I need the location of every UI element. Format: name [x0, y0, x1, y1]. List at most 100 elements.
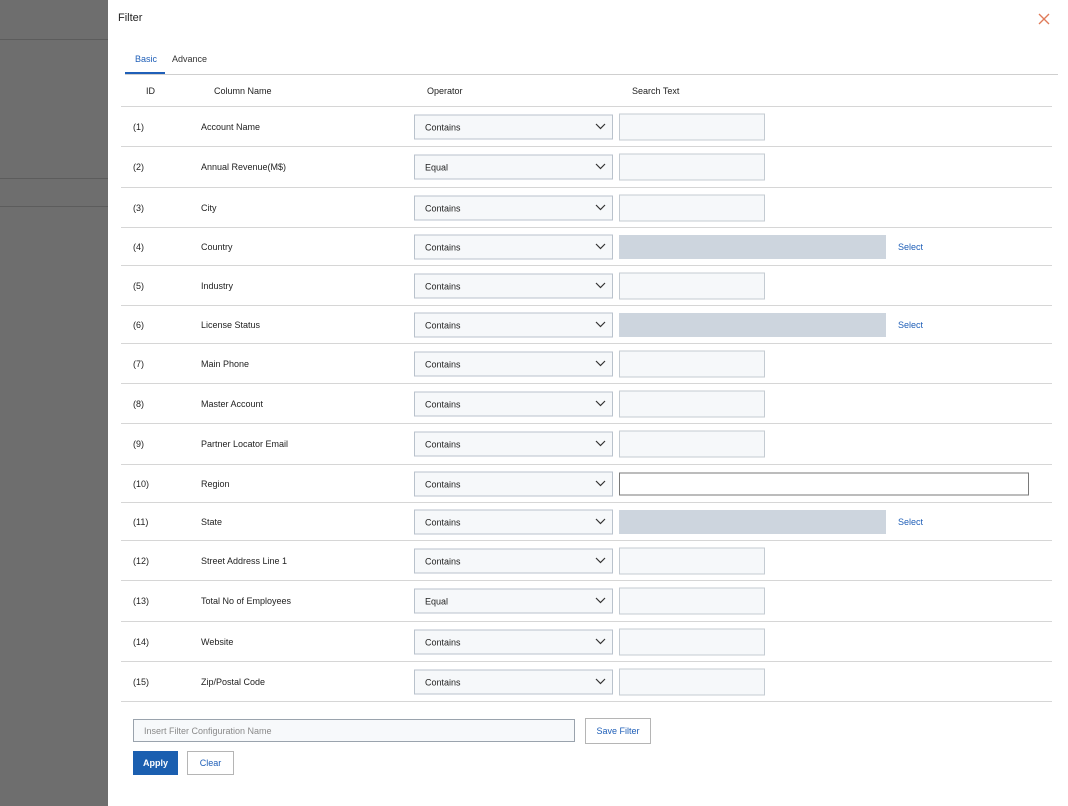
row-column-name: State	[201, 516, 223, 527]
operator-value: Equal	[425, 162, 449, 173]
active-tab-indicator	[125, 72, 165, 74]
filter-row: (15) Zip/Postal Code Contains	[121, 662, 1052, 702]
operator-dropdown[interactable]: Equal	[414, 154, 613, 180]
chevron-down-icon	[595, 518, 606, 524]
backdrop-divider	[0, 206, 108, 207]
filter-row: (12) Street Address Line 1 Contains	[121, 541, 1052, 581]
apply-button[interactable]: Apply	[133, 751, 178, 775]
operator-value: Contains	[425, 556, 461, 566]
operator-value: Contains	[425, 517, 461, 527]
operator-dropdown[interactable]: Contains	[414, 629, 613, 654]
row-column-name: Website	[201, 636, 234, 647]
search-text-input[interactable]	[619, 312, 886, 337]
select-link[interactable]: Select	[898, 242, 923, 252]
search-text-input[interactable]	[619, 234, 886, 259]
chevron-down-icon	[595, 204, 606, 210]
operator-value: Equal	[425, 596, 449, 607]
close-icon[interactable]	[1037, 12, 1051, 26]
backdrop-divider	[0, 39, 108, 40]
row-column-name: Partner Locator Email	[201, 439, 289, 449]
filter-row: (9) Partner Locator Email Contains	[121, 424, 1052, 465]
operator-dropdown[interactable]: Contains	[414, 391, 613, 416]
row-id: (8)	[133, 398, 144, 409]
operator-value: Contains	[425, 320, 461, 330]
operator-dropdown[interactable]: Contains	[414, 351, 613, 376]
row-column-name: Total No of Employees	[201, 596, 292, 606]
search-text-input[interactable]	[619, 113, 765, 140]
search-text-input[interactable]	[619, 194, 765, 221]
select-link[interactable]: Select	[898, 517, 923, 527]
chevron-down-icon	[595, 597, 606, 604]
operator-value: Contains	[425, 439, 461, 450]
search-text-input[interactable]	[619, 390, 765, 417]
filter-row: (14) Website Contains	[121, 622, 1052, 662]
operator-dropdown[interactable]: Contains	[414, 234, 613, 259]
filter-row: (8) Master Account Contains	[121, 384, 1052, 424]
search-text-input[interactable]	[619, 547, 765, 574]
operator-dropdown[interactable]: Contains	[414, 548, 613, 573]
filter-row: (3) City Contains	[121, 188, 1052, 228]
operator-value: Contains	[425, 122, 461, 132]
chevron-down-icon	[595, 678, 606, 684]
filter-row: (1) Account Name Contains	[121, 107, 1052, 147]
chevron-down-icon	[595, 163, 606, 170]
row-id: (5)	[133, 280, 144, 291]
chevron-down-icon	[595, 123, 606, 129]
search-text-input[interactable]	[619, 628, 765, 655]
operator-value: Contains	[425, 242, 461, 252]
chevron-down-icon	[595, 360, 606, 366]
operator-value: Contains	[425, 203, 461, 213]
filter-row: (7) Main Phone Contains	[121, 344, 1052, 384]
clear-button[interactable]: Clear	[187, 751, 234, 775]
row-id: (9)	[133, 439, 144, 449]
row-id: (4)	[133, 241, 144, 252]
search-text-input[interactable]	[619, 350, 765, 377]
search-text-input[interactable]	[619, 587, 765, 615]
search-text-input[interactable]	[619, 430, 765, 458]
operator-dropdown[interactable]: Contains	[414, 114, 613, 139]
backdrop-divider	[0, 178, 108, 179]
save-filter-button[interactable]: Save Filter	[585, 718, 651, 744]
select-link[interactable]: Select	[898, 320, 923, 330]
search-text-input[interactable]	[619, 509, 886, 534]
chevron-down-icon	[595, 400, 606, 406]
operator-value: Contains	[425, 359, 461, 369]
search-text-input[interactable]	[619, 668, 765, 695]
row-id: (14)	[133, 636, 150, 647]
filter-row: (5) Industry Contains	[121, 266, 1052, 306]
filter-config-name-input[interactable]	[133, 719, 575, 742]
operator-dropdown[interactable]: Contains	[414, 431, 613, 457]
chevron-down-icon	[595, 557, 606, 563]
operator-dropdown[interactable]: Contains	[414, 471, 613, 496]
operator-dropdown[interactable]: Contains	[414, 312, 613, 337]
tab-basic[interactable]: Basic	[135, 54, 157, 64]
filter-row: (10) Region Contains	[121, 465, 1052, 503]
operator-dropdown[interactable]: Contains	[414, 509, 613, 534]
chevron-down-icon	[595, 321, 606, 327]
search-text-input[interactable]	[619, 472, 1029, 495]
tab-advance[interactable]: Advance	[172, 54, 207, 64]
operator-dropdown[interactable]: Contains	[414, 669, 613, 694]
operator-value: Contains	[425, 677, 461, 687]
row-column-name: Country	[201, 241, 233, 252]
search-text-input[interactable]	[619, 153, 765, 181]
row-column-name: Account Name	[201, 121, 261, 132]
row-column-name: Region	[201, 478, 230, 489]
search-text-input[interactable]	[619, 272, 765, 299]
header-id: ID	[146, 86, 155, 96]
chevron-down-icon	[595, 243, 606, 249]
row-id: (13)	[133, 596, 150, 606]
operator-value: Contains	[425, 637, 461, 647]
filter-row: (2) Annual Revenue(M$) Equal	[121, 147, 1052, 188]
operator-dropdown[interactable]: Contains	[414, 195, 613, 220]
operator-dropdown[interactable]: Contains	[414, 273, 613, 298]
header-column-name: Column Name	[214, 86, 272, 96]
row-column-name: Street Address Line 1	[201, 555, 288, 566]
filter-row: (4) Country Contains Select	[121, 228, 1052, 266]
row-id: (11)	[133, 516, 149, 527]
operator-dropdown[interactable]: Equal	[414, 588, 613, 614]
row-id: (2)	[133, 162, 144, 172]
chevron-down-icon	[595, 638, 606, 644]
row-id: (1)	[133, 121, 144, 132]
operator-value: Contains	[425, 399, 461, 409]
